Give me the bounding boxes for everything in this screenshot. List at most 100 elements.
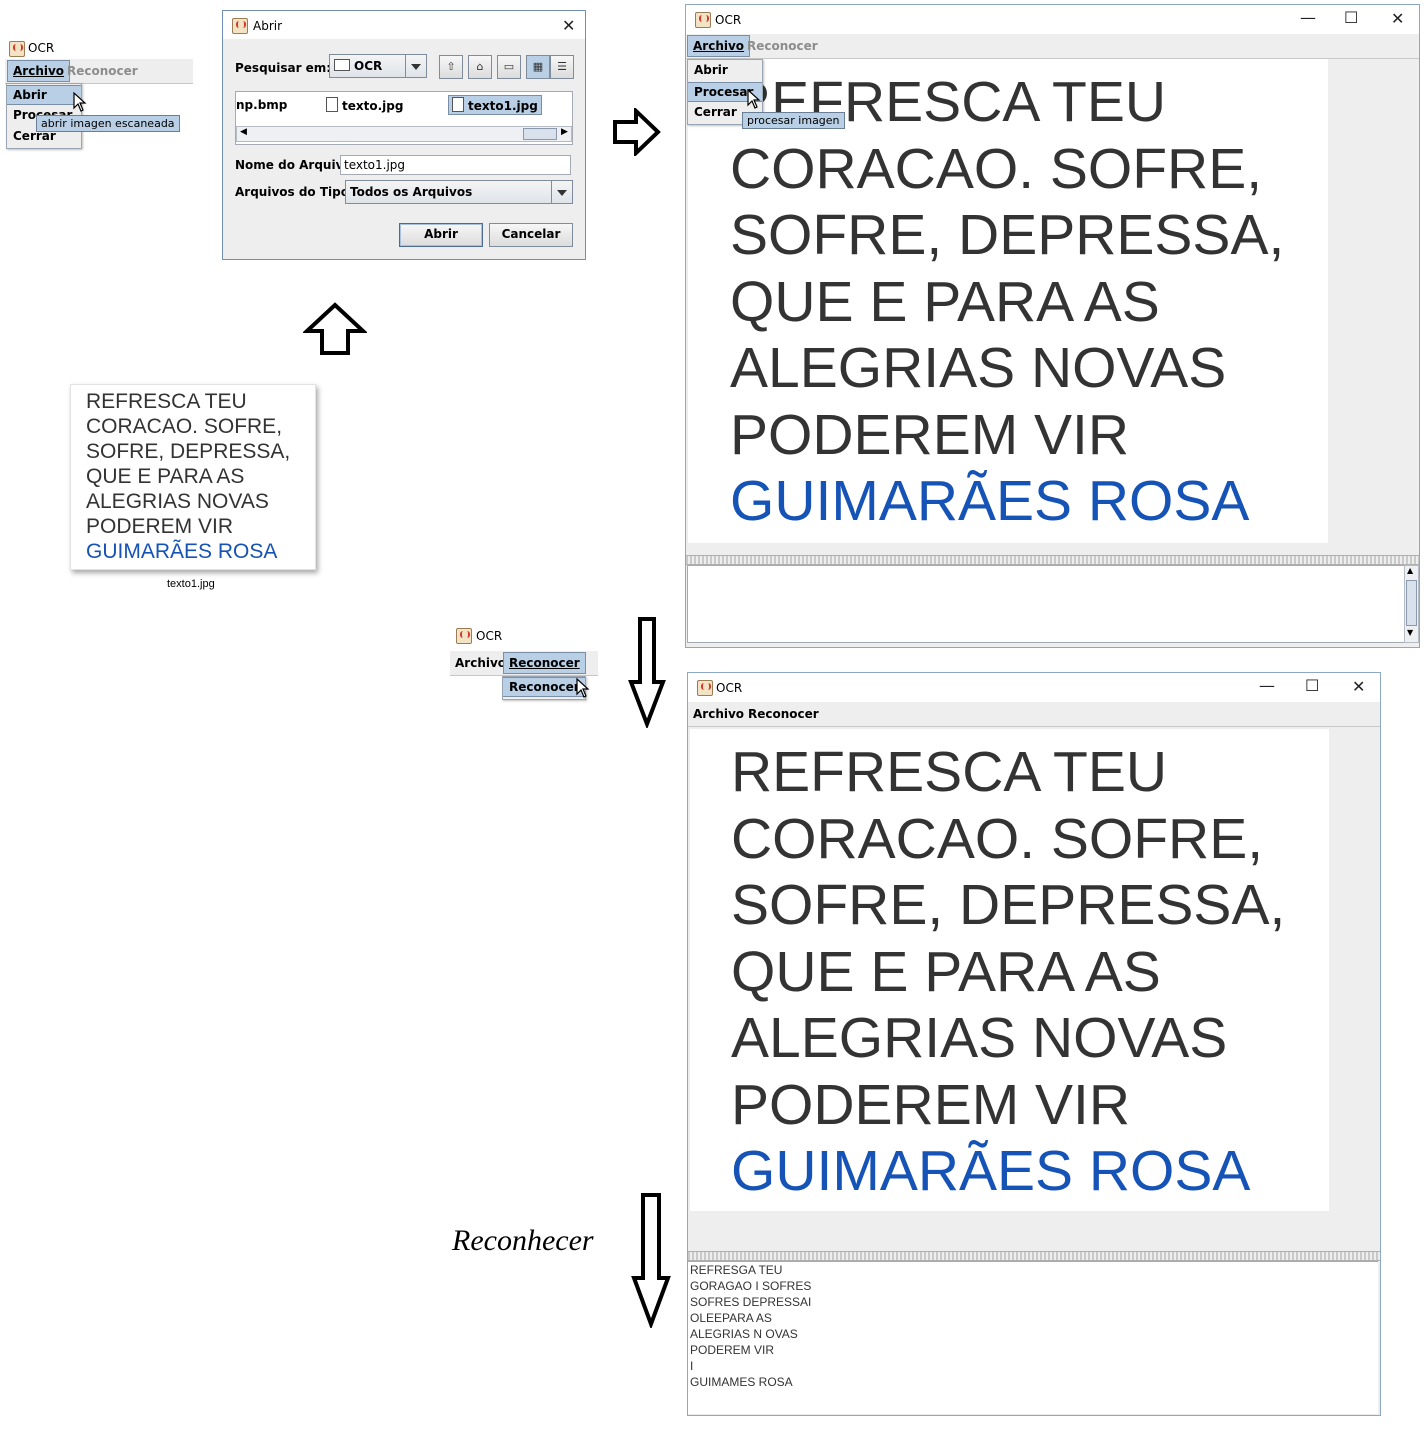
poem-line: CORACAO. SOFRE, <box>86 415 283 438</box>
filename-label: Nome do Arquivo: <box>235 158 357 172</box>
image-poem: REFRESCA TEU CORACAO. SOFRE, SOFRE, DEPR… <box>731 739 1285 1205</box>
ocr-output-line: OLEEPARA AS <box>690 1311 772 1325</box>
menu-bar: Archivo Reconocer <box>450 651 598 676</box>
poem-line: CORACAO. SOFRE, <box>730 136 1263 201</box>
poem-line: PODEREM VIR <box>731 1072 1131 1137</box>
split-divider[interactable] <box>686 555 1419 565</box>
minimize-icon[interactable]: — <box>1300 8 1316 27</box>
chevron-down-icon[interactable]: ▼ <box>1407 628 1413 637</box>
poem-line: CORACAO. SOFRE, <box>731 806 1264 871</box>
menu-bar: Archivo Reconocer <box>688 702 1380 727</box>
chevron-down-icon <box>551 181 572 203</box>
chevron-up-icon[interactable]: ▲ <box>1407 566 1413 575</box>
mini-reconocer-window: OCR Archivo Reconocer Reconocer <box>450 622 598 704</box>
window-title: OCR <box>476 629 503 643</box>
arrow-right-icon <box>613 108 661 156</box>
maximize-icon[interactable]: ☐ <box>1305 676 1319 695</box>
close-icon[interactable]: ✕ <box>1352 677 1365 696</box>
tooltip: procesar imagen <box>742 112 845 129</box>
look-in-label: Pesquisar em: <box>235 61 332 75</box>
menu-archivo[interactable]: Archivo <box>688 704 749 724</box>
details-view-icon[interactable]: ☰ <box>550 55 574 79</box>
menu-reconocer[interactable]: Reconocer <box>742 36 823 56</box>
menu-reconocer[interactable]: Reconocer <box>503 652 586 674</box>
poem-line: QUE E PARA AS <box>731 939 1161 1004</box>
java-app-icon <box>695 12 711 28</box>
close-icon[interactable]: ✕ <box>1391 9 1404 28</box>
java-app-icon <box>456 628 472 644</box>
up-folder-icon[interactable]: ⇧ <box>439 55 463 79</box>
close-icon[interactable]: ✕ <box>562 16 575 35</box>
cancel-button[interactable]: Cancelar <box>489 223 573 247</box>
menu-reconocer[interactable]: Reconocer <box>62 61 143 81</box>
file-item[interactable]: texto.jpg <box>326 97 403 113</box>
mouse-cursor-icon <box>73 92 87 112</box>
poem-line: ALEGRIAS NOVAS <box>86 490 269 513</box>
chevron-right-icon[interactable]: ▶ <box>561 127 568 137</box>
mouse-cursor-icon <box>576 678 590 698</box>
output-textarea[interactable]: REFRESGA TEU GORAGAO I SOFRES SOFRES DEP… <box>688 1261 1378 1414</box>
menu-archivo[interactable]: Archivo <box>450 653 511 673</box>
ocr-output-line: I <box>690 1359 694 1373</box>
image-panel: REFRESCA TEU CORACAO. SOFRE, SOFRE, DEPR… <box>690 729 1329 1211</box>
look-in-combo[interactable]: OCR <box>329 54 427 78</box>
new-folder-icon[interactable]: ▭ <box>497 55 521 79</box>
dialog-title: Abrir <box>253 19 283 33</box>
filetype-combo[interactable]: Todos os Arquivos <box>345 180 573 204</box>
menu-item-abrir[interactable]: Abrir <box>688 61 762 79</box>
java-app-icon <box>9 41 25 57</box>
vertical-scrollbar[interactable]: ▲ ▼ <box>1404 565 1419 643</box>
java-app-icon <box>232 18 248 34</box>
folder-icon <box>334 59 350 71</box>
file-item[interactable]: np.bmp <box>236 98 287 112</box>
window-title: OCR <box>715 13 742 27</box>
arrow-down-icon <box>628 617 666 728</box>
menu-item-reconocer[interactable]: Reconocer <box>503 677 585 697</box>
list-view-icon[interactable]: ▦ <box>526 55 550 79</box>
poem-author: GUIMARÃES ROSA <box>731 1139 1251 1203</box>
output-textarea[interactable] <box>687 565 1405 643</box>
poem-line: ALEGRIAS NOVAS <box>731 1006 1228 1070</box>
mini-menu-window: OCR Archivo Reconocer Abrir Procesar Cer… <box>5 38 193 160</box>
home-icon[interactable]: ⌂ <box>468 55 492 79</box>
poem-author: GUIMARÃES ROSA <box>730 469 1250 533</box>
reconocer-popup: Reconocer <box>502 676 586 700</box>
look-in-value: OCR <box>354 59 383 73</box>
poem-line: ALEGRIAS NOVAS <box>730 336 1227 400</box>
poem-line: REFRESCA TEU <box>86 390 247 413</box>
scroll-thumb[interactable] <box>523 128 557 140</box>
file-icon <box>326 97 338 112</box>
split-divider[interactable] <box>688 1251 1380 1261</box>
menu-reconocer[interactable]: Reconocer <box>743 704 824 724</box>
poem-line: SOFRE, DEPRESSA, <box>86 440 291 463</box>
file-list[interactable]: np.bmp texto.jpg texto1.jpg ◀ ▶ <box>235 91 573 145</box>
filename-field[interactable]: texto1.jpg <box>340 155 571 175</box>
poem-line: SOFRE, DEPRESSA, <box>730 203 1285 267</box>
dialog-titlebar: Abrir ✕ <box>223 11 585 39</box>
poem-line: REFRESCA TEU <box>731 740 1168 804</box>
ocr-window-top: OCR — ☐ ✕ Archivo Reconocer REFRESCA TEU… <box>685 4 1420 648</box>
menu-item-abrir[interactable]: Abrir <box>7 85 81 105</box>
minimize-icon[interactable]: — <box>1259 676 1275 695</box>
arrow-up-icon <box>303 302 367 355</box>
menu-archivo[interactable]: Archivo <box>7 60 71 82</box>
preview-filename: texto1.jpg <box>167 578 215 590</box>
ocr-output-line: ALEGRIAS N OVAS <box>690 1327 798 1341</box>
ocr-output-line: GORAGAO I SOFRES <box>690 1279 812 1293</box>
window-titlebar: OCR — ☐ ✕ <box>686 5 1419 34</box>
chevron-left-icon[interactable]: ◀ <box>240 127 247 137</box>
ocr-output-line: SOFRES DEPRESSAI <box>690 1295 812 1309</box>
open-button[interactable]: Abrir <box>399 223 483 247</box>
image-preview[interactable]: REFRESCA TEU CORACAO. SOFRE, SOFRE, DEPR… <box>70 384 316 570</box>
maximize-icon[interactable]: ☐ <box>1344 8 1358 27</box>
filetype-label: Arquivos do Tipo: <box>235 185 354 199</box>
scroll-thumb[interactable] <box>1406 580 1417 626</box>
menu-archivo[interactable]: Archivo <box>687 35 751 57</box>
menu-bar: Archivo Reconocer <box>5 59 193 84</box>
horizontal-scrollbar[interactable]: ◀ ▶ <box>236 126 572 142</box>
file-item-selected[interactable]: texto1.jpg <box>448 95 542 115</box>
poem-line: PODEREM VIR <box>86 515 234 538</box>
image-panel: REFRESCA TEU CORACAO. SOFRE, SOFRE, DEPR… <box>688 59 1328 543</box>
ocr-window-bottom: OCR — ☐ ✕ Archivo Reconocer REFRESCA TEU… <box>687 672 1381 1416</box>
java-app-icon <box>697 680 713 696</box>
